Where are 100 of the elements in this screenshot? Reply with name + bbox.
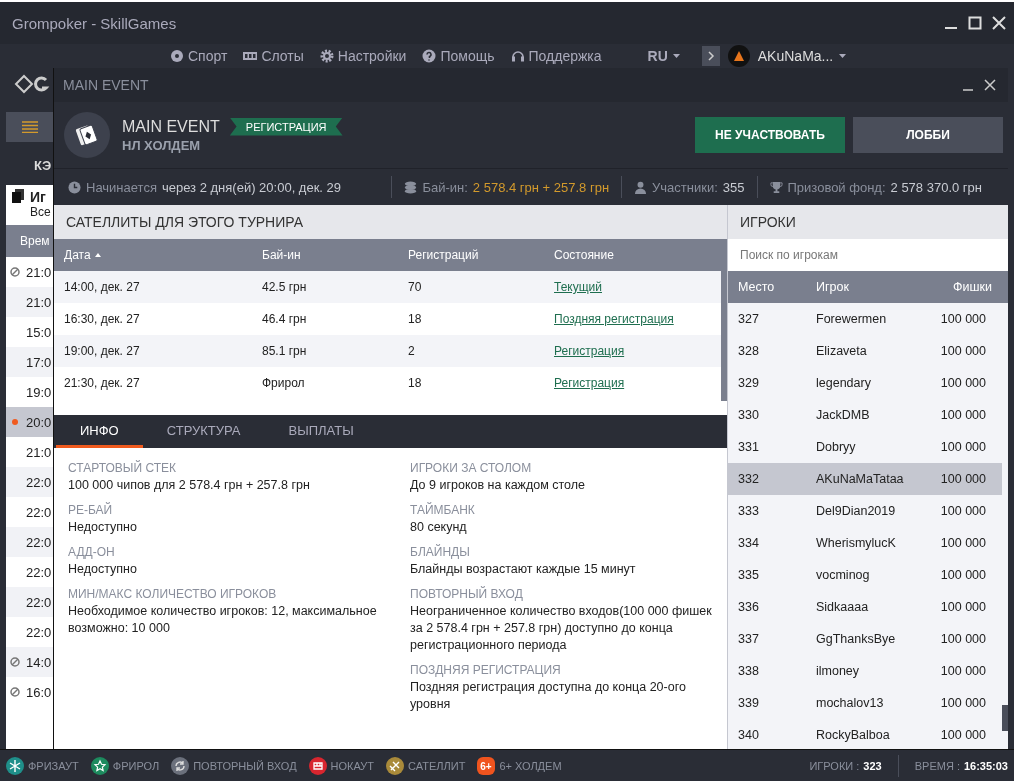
info-value: 2 578 370.0 грн (890, 179, 982, 195)
table-cell-text: 19:00, дек. 27 (63, 344, 141, 358)
clock-time: 16:35:03 (963, 759, 1008, 772)
info-text: 80 секунд (410, 519, 468, 536)
status-link[interactable]: Регистрация (554, 376, 625, 390)
user-menu[interactable]: AKuNaMa... (757, 48, 847, 64)
unregister-button[interactable]: НЕ УЧАСТВОВАТЬ (695, 117, 845, 153)
tournament-row[interactable]: 22:0 (6, 467, 53, 497)
avatar-icon[interactable] (727, 45, 750, 67)
tournament-row[interactable]: 22:0 (6, 527, 53, 557)
column-header[interactable]: Регистраций (408, 248, 554, 262)
column-header[interactable]: Место (728, 280, 816, 294)
column-header[interactable]: Игрок (816, 280, 922, 294)
nav-link[interactable]: Поддержка (510, 48, 602, 64)
tab[interactable]: ВЫПЛАТЫ (264, 415, 378, 448)
info-label: БЛАЙНДЫ (410, 544, 471, 561)
info-label: ИГРОКИ ЗА СТОЛОМ (410, 460, 533, 477)
column-header[interactable]: Фишки (922, 280, 1008, 294)
settings-icon (319, 49, 334, 63)
legend-label: 6+ ХОЛДЕМ (499, 759, 562, 772)
cards-icon (12, 189, 24, 203)
info-label: Участники: (652, 179, 718, 195)
status-ribbon: РЕГИСТРАЦИЯ (229, 117, 343, 136)
legend-label: САТЕЛЛИТ (408, 759, 466, 772)
column-header[interactable]: Дата (54, 248, 262, 262)
status-link[interactable]: Поздняя регистрация (554, 312, 674, 326)
lobby-button[interactable]: ЛОББИ (853, 117, 1003, 153)
blocked-icon (10, 687, 20, 697)
info-label: АДД-ОН (68, 544, 116, 561)
section-title: САТЕЛЛИТЫ ДЛЯ ЭТОГО ТУРНИРА (66, 214, 304, 230)
scrollbar[interactable] (1002, 705, 1008, 731)
nav-link[interactable]: Спорт (170, 48, 228, 64)
info-text: Блайнды возрастают каждые 15 минут (410, 561, 637, 578)
legend-label: ФРИЗАУТ (28, 759, 79, 772)
table-cell-text: Фрирол (262, 376, 306, 390)
info-value: через 2 дня(ей) 20:00, дек. 29 (161, 179, 342, 195)
clock-label: ВРЕМЯ : (914, 759, 960, 772)
ball-icon (170, 49, 184, 63)
table-cell-text: 21:30, дек. 27 (63, 376, 141, 390)
clock-icon (68, 180, 81, 194)
info-label: Призовой фонд: (787, 179, 886, 195)
info-text: Необходимое количество игроков: 12, максимальное возможно: 10 000 (68, 603, 378, 637)
list-subtitle: Все (30, 205, 51, 219)
tournament-row[interactable]: 21:0 (6, 287, 53, 317)
playing-cards-icon (64, 112, 110, 158)
player-row[interactable]: 332 AKuNaMaTataa 100 000 (728, 463, 1002, 495)
legend-label: ФРИРОЛ (112, 759, 160, 772)
close-icon[interactable] (992, 16, 1006, 30)
live-dot-icon (10, 417, 20, 427)
table-cell-text: 18 (408, 312, 423, 326)
dialog-title: MAIN EVENT (63, 77, 150, 93)
status-link[interactable]: Текущий (554, 280, 602, 294)
column-header[interactable]: Бай-ин (262, 248, 408, 262)
table-cell-text: 85.1 грн (262, 344, 308, 358)
column-header[interactable]: Врем (6, 225, 53, 257)
tournament-row[interactable]: 22:0 (6, 587, 53, 617)
logo-icon (14, 74, 50, 94)
status-link[interactable]: Регистрация (554, 344, 625, 358)
chevron-right-icon[interactable] (701, 46, 720, 66)
trophy-icon (769, 180, 783, 194)
tournament-row[interactable]: 20:0 (6, 407, 53, 437)
slot-machine-icon (243, 49, 258, 63)
window-title: Grompoker - SkillGames (12, 14, 178, 32)
info-label: ПОВТОРНЫЙ ВХОД (410, 586, 524, 603)
tab[interactable]: ИНФО (56, 415, 143, 448)
info-value: 355 (722, 179, 745, 195)
info-label: РЕ-БАЙ (68, 502, 114, 519)
maximize-icon[interactable] (968, 16, 982, 30)
table-cell-text: 14:00, дек. 27 (63, 280, 141, 294)
blocked-icon (10, 657, 20, 667)
help-icon (422, 49, 437, 63)
legend-label: ПОВТОРНЫЙ ВХОД (193, 759, 297, 772)
info-label: ТАЙМБАНК (410, 502, 476, 519)
scrollbar[interactable] (721, 271, 727, 401)
nav-link[interactable]: Помощь (422, 48, 495, 64)
tournament-row[interactable]: 17:0 (6, 347, 53, 377)
caret-icon (672, 54, 680, 58)
menu-button[interactable] (6, 112, 53, 142)
info-value: 2 578.4 грн + 257.8 грн (472, 179, 610, 195)
badge-icon: 6+ (477, 756, 496, 775)
sort-ascending-icon (94, 253, 101, 257)
info-label: ПОЗДНЯЯ РЕГИСТРАЦИЯ (410, 662, 562, 679)
tournament-name: MAIN EVENT (122, 117, 220, 136)
table-cell-text: 2 (408, 344, 416, 358)
language-selector[interactable]: RU (647, 48, 680, 64)
tab[interactable]: СТРУКТУРА (142, 415, 265, 448)
person-icon (634, 180, 648, 194)
info-label: СТАРТОВЫЙ СТЕК (68, 460, 177, 477)
nav-link[interactable]: Настройки (319, 48, 407, 64)
nav-link[interactable]: Слоты (243, 48, 304, 64)
info-text: Поздняя регистрация доступна до конца 20-ого уровня (410, 679, 687, 713)
column-header[interactable]: Состояние (554, 248, 727, 262)
menu-icon (21, 121, 38, 133)
legend-label: НОКАУТ (330, 759, 375, 772)
tournament-row[interactable]: 14:0 (6, 647, 53, 677)
close-icon[interactable] (984, 79, 996, 91)
info-text: Недоступно (68, 519, 138, 536)
headset-icon (510, 49, 525, 63)
game-type: НЛ ХОЛДЕМ (122, 137, 202, 153)
table-cell-text: 18 (408, 376, 423, 390)
